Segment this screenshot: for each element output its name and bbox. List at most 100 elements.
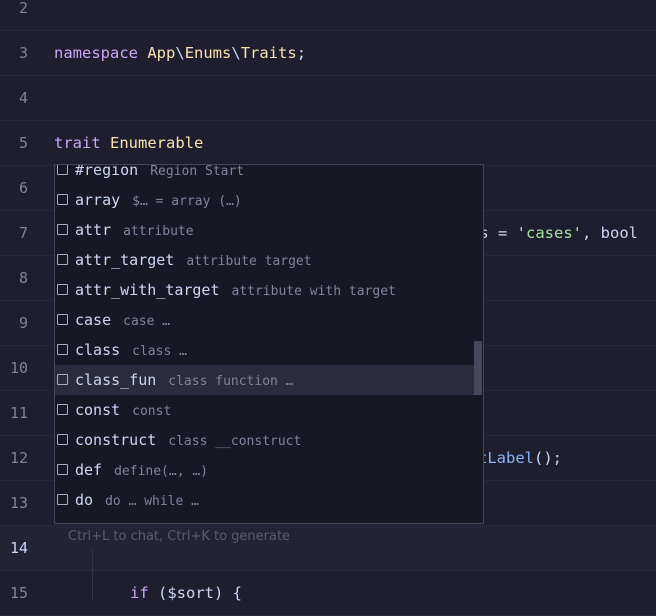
autocomplete-item[interactable]: class class … [55, 335, 475, 365]
autocomplete-label-text: def [75, 461, 103, 479]
code-line[interactable]: 15 if ($sort) { [0, 571, 656, 616]
code-text: es = 'cases', bool [470, 211, 638, 256]
autocomplete-item-detail: Region Start [150, 164, 245, 179]
autocomplete-item[interactable]: attr_target attribute target [55, 245, 475, 275]
line-number: 9 [18, 314, 28, 332]
snippet-icon [57, 374, 68, 385]
autocomplete-label-text: class [75, 341, 121, 359]
autocomplete-item-detail: class __construct [168, 434, 302, 449]
autocomplete-item-detail: class … [132, 344, 187, 359]
code-line[interactable]: 2 [0, 0, 656, 31]
autocomplete-item[interactable]: attr attribute [55, 215, 475, 245]
autocomplete-item[interactable]: case case … [55, 305, 475, 335]
line-number: 15 [9, 584, 28, 602]
code-token: namespace [54, 44, 138, 62]
autocomplete-item[interactable]: attr_with_target attribute with target [55, 275, 475, 305]
autocomplete-item-label: attr_with_target attribute with target [75, 275, 396, 307]
code-token: trait [54, 134, 101, 152]
autocomplete-item-label: case case … [75, 305, 170, 337]
line-number: 13 [9, 494, 28, 512]
autocomplete-item-label: const const [75, 395, 171, 427]
autocomplete-item-detail: attribute with target [231, 284, 396, 299]
code-token: App [147, 44, 176, 62]
autocomplete-label-text: case [75, 311, 112, 329]
autocomplete-item[interactable]: doc_classPHPDoc class … [55, 515, 475, 523]
autocomplete-item-detail: $… = array (…) [132, 194, 242, 209]
snippet-icon [57, 254, 68, 265]
code-line[interactable]: 5 trait Enumerable [0, 121, 656, 166]
autocomplete-label-text: doc_class [75, 521, 156, 523]
code-line[interactable]: 4 [0, 76, 656, 121]
code-token: Traits [240, 44, 297, 62]
autocomplete-scrollbar[interactable] [473, 165, 483, 523]
code-token: if [130, 584, 149, 602]
snippet-icon [57, 464, 68, 475]
autocomplete-label-text: array [75, 191, 121, 209]
autocomplete-item[interactable]: array $… = array (…) [55, 185, 475, 215]
autocomplete-item[interactable]: #region Region Start [55, 164, 475, 187]
autocomplete-item-label: class class … [75, 335, 187, 367]
code-token: Enums [184, 44, 232, 62]
autocomplete-item-label: array $… = array (…) [75, 185, 242, 217]
indent-guide [92, 548, 93, 601]
code-token: 'cases' [516, 224, 582, 242]
autocomplete-label-text: attr_target [75, 251, 175, 269]
autocomplete-item[interactable]: const const [55, 395, 475, 425]
code-token: tLabel [478, 449, 534, 467]
autocomplete-item-label: attr_target attribute target [75, 245, 312, 277]
snippet-icon [57, 314, 68, 325]
snippet-icon [57, 494, 68, 505]
autocomplete-item[interactable]: class_fun class function … [55, 365, 475, 395]
line-number: 3 [18, 44, 28, 62]
line-number: 14 [9, 539, 28, 557]
autocomplete-item-detail: do … while … [105, 494, 199, 509]
autocomplete-label-text: attr_with_target [75, 281, 220, 299]
code-text: if ($sort) { [130, 571, 242, 616]
line-number: 6 [18, 179, 28, 197]
autocomplete-label-text: do [75, 491, 94, 509]
line-number: 8 [18, 269, 28, 287]
autocomplete-item-detail: class function … [168, 374, 294, 389]
code-token: ) { [214, 584, 243, 602]
line-number: 4 [18, 89, 28, 107]
autocomplete-item[interactable]: def define(…, …) [55, 455, 475, 485]
code-token: (); [534, 449, 562, 467]
autocomplete-popup[interactable]: #region Region Start array $… = array (…) at… [54, 164, 484, 524]
autocomplete-item-detail: const [132, 404, 172, 419]
code-text: namespace App\Enums\Traits; [54, 31, 306, 76]
code-token: ( [148, 584, 168, 602]
autocomplete-label-text: class_fun [75, 371, 157, 389]
autocomplete-label-text: #region [75, 164, 139, 179]
code-line[interactable]: 3 namespace App\Enums\Traits; [0, 31, 656, 76]
autocomplete-label-text: const [75, 401, 121, 419]
autocomplete-item-detail: attribute target [186, 254, 312, 269]
autocomplete-scroll-thumb[interactable] [474, 341, 482, 395]
autocomplete-item-label: do do … while … [75, 485, 199, 517]
autocomplete-item-label: attr attribute [75, 215, 194, 247]
line-number: 5 [18, 134, 28, 152]
autocomplete-label-text: construct [75, 431, 157, 449]
autocomplete-item-detail: attribute [123, 224, 194, 239]
snippet-icon [57, 194, 68, 205]
code-token: ; [296, 44, 307, 62]
line-number: 11 [9, 404, 28, 422]
code-token: Enumerable [110, 134, 204, 152]
autocomplete-item-detail: define(…, …) [114, 464, 209, 479]
autocomplete-item-label: class_fun class function … [75, 365, 294, 397]
autocomplete-list: #region Region Start array $… = array (…) at… [55, 164, 475, 523]
autocomplete-label-text: attr [75, 221, 112, 239]
autocomplete-item-label: def define(…, …) [75, 455, 208, 487]
autocomplete-item[interactable]: construct class __construct [55, 425, 475, 455]
autocomplete-item-label: #region Region Start [75, 164, 245, 187]
line-number: 10 [9, 359, 28, 377]
code-text: tLabel(); [478, 436, 562, 481]
snippet-icon [57, 224, 68, 235]
code-editor[interactable]: 2 3 namespace App\Enums\Traits; 4 5 trait Enu… [0, 0, 656, 616]
line-number: 12 [9, 449, 28, 467]
line-number: 2 [18, 0, 28, 17]
snippet-icon [57, 165, 68, 175]
code-token: $sort [167, 584, 215, 602]
autocomplete-item[interactable]: do do … while … [55, 485, 475, 515]
